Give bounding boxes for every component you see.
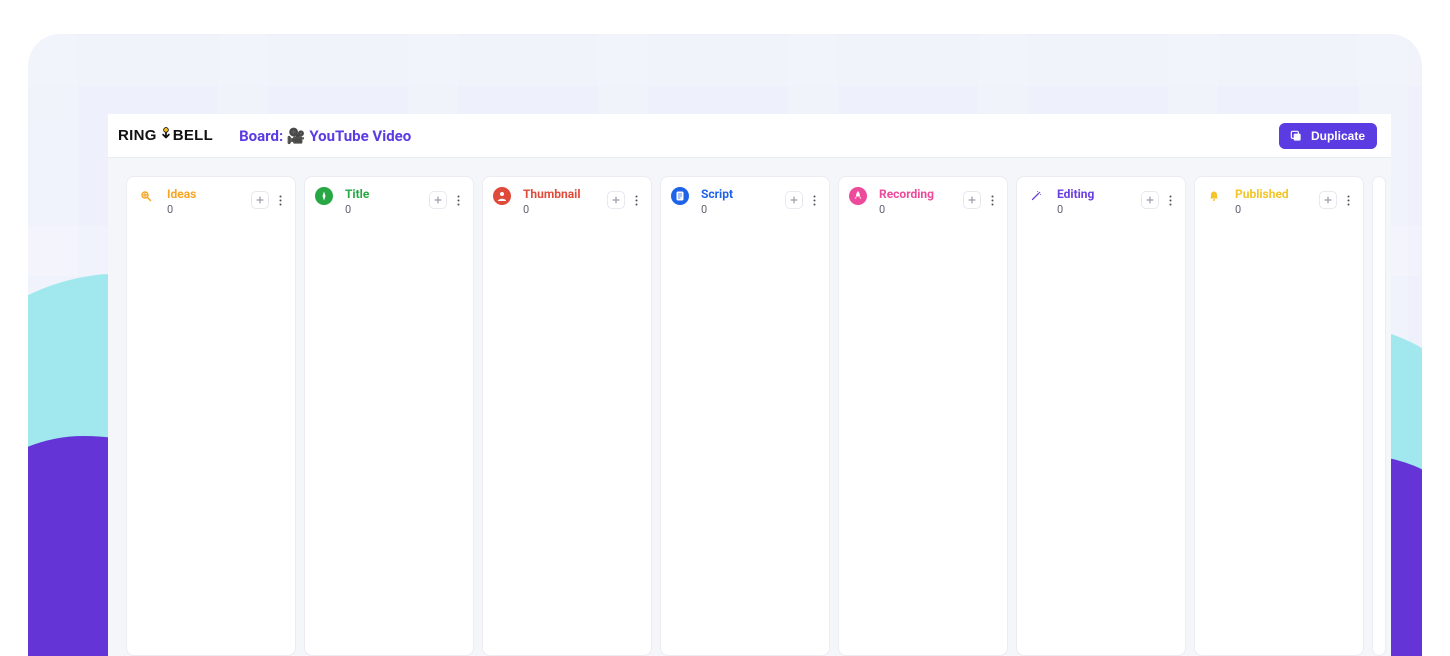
column-title[interactable]: Title [345, 187, 423, 201]
duplicate-label: Duplicate [1311, 129, 1365, 143]
column-count: 0 [1057, 203, 1135, 216]
column-menu-button[interactable] [809, 191, 819, 209]
column-editing: Editing 0 [1016, 176, 1186, 656]
column-menu-button[interactable] [453, 191, 463, 209]
column-header: Script 0 [671, 187, 819, 216]
column-header: Thumbnail 0 [493, 187, 641, 216]
rocket-icon [849, 187, 867, 205]
column-count: 0 [523, 203, 601, 216]
column-actions [607, 187, 641, 209]
add-card-button[interactable] [785, 191, 803, 209]
add-card-button[interactable] [1319, 191, 1337, 209]
column-actions [785, 187, 819, 209]
column-title[interactable]: Recording [879, 187, 957, 201]
column-title-wrap: Script 0 [701, 187, 779, 216]
add-card-button[interactable] [607, 191, 625, 209]
column-published: Published 0 [1194, 176, 1364, 656]
column-menu-button[interactable] [1343, 191, 1353, 209]
column-menu-button[interactable] [1165, 191, 1175, 209]
board-columns: Ideas0Title0Thumbnail0Script0Recording0E… [108, 158, 1391, 656]
column-ideas: Ideas 0 [126, 176, 296, 656]
column-header: Recording 0 [849, 187, 997, 216]
column-title[interactable]: Published [1235, 187, 1313, 201]
column-header: Title 0 [315, 187, 463, 216]
column-title-wrap: Thumbnail 0 [523, 187, 601, 216]
column-actions [1141, 187, 1175, 209]
column-title[interactable]: Script [701, 187, 779, 201]
camera-emoji-icon: 🎥 [287, 127, 306, 145]
board-prefix: Board: [239, 127, 283, 145]
column-title[interactable]: Ideas [167, 187, 245, 201]
add-card-button[interactable] [1141, 191, 1159, 209]
copy-icon [1289, 129, 1303, 143]
bell-icon [1205, 187, 1223, 205]
pointer-icon [159, 127, 173, 143]
column-count: 0 [879, 203, 957, 216]
column-thumbnail: Thumbnail 0 [482, 176, 652, 656]
document-icon [671, 187, 689, 205]
column-menu-button[interactable] [275, 191, 285, 209]
column-count: 0 [1235, 203, 1313, 216]
column-header: Ideas 0 [137, 187, 285, 216]
board-name: YouTube Video [309, 127, 411, 145]
column-actions [1319, 187, 1353, 209]
viewport: RING BELL Board: 🎥 YouTube Video [0, 0, 1450, 656]
column-title[interactable]: Editing [1057, 187, 1135, 201]
column-recording: Recording 0 [838, 176, 1008, 656]
duplicate-button[interactable]: Duplicate [1279, 123, 1377, 149]
compass-icon [315, 187, 333, 205]
add-column-button[interactable] [1372, 176, 1386, 656]
add-card-button[interactable] [429, 191, 447, 209]
magnify-plus-icon [137, 187, 155, 205]
column-menu-button[interactable] [631, 191, 641, 209]
brand-logo[interactable]: RING BELL [118, 128, 213, 144]
column-actions [963, 187, 997, 209]
column-header: Published 0 [1205, 187, 1353, 216]
column-title-wrap: Published 0 [1235, 187, 1313, 216]
add-card-button[interactable] [251, 191, 269, 209]
column-title-wrap: Editing 0 [1057, 187, 1135, 216]
header-bar: RING BELL Board: 🎥 YouTube Video [108, 114, 1391, 158]
column-header: Editing 0 [1027, 187, 1175, 216]
board-title: Board: 🎥 YouTube Video [239, 127, 411, 145]
column-actions [251, 187, 285, 209]
wand-icon [1027, 187, 1045, 205]
column-count: 0 [701, 203, 779, 216]
column-count: 0 [345, 203, 423, 216]
user-icon [493, 187, 511, 205]
column-title[interactable]: Thumbnail [523, 187, 601, 201]
column-title-wrap: Ideas 0 [167, 187, 245, 216]
background-panel: RING BELL Board: 🎥 YouTube Video [28, 34, 1422, 656]
column-actions [429, 187, 463, 209]
column-title-wrap: Title 0 [345, 187, 423, 216]
column-count: 0 [167, 203, 245, 216]
column-title-wrap: Recording 0 [879, 187, 957, 216]
add-card-button[interactable] [963, 191, 981, 209]
brand-text-right: BELL [173, 128, 213, 143]
column-title: Title 0 [304, 176, 474, 656]
app-panel: RING BELL Board: 🎥 YouTube Video [108, 114, 1391, 656]
column-script: Script 0 [660, 176, 830, 656]
column-menu-button[interactable] [987, 191, 997, 209]
brand-text-left: RING [118, 128, 157, 143]
